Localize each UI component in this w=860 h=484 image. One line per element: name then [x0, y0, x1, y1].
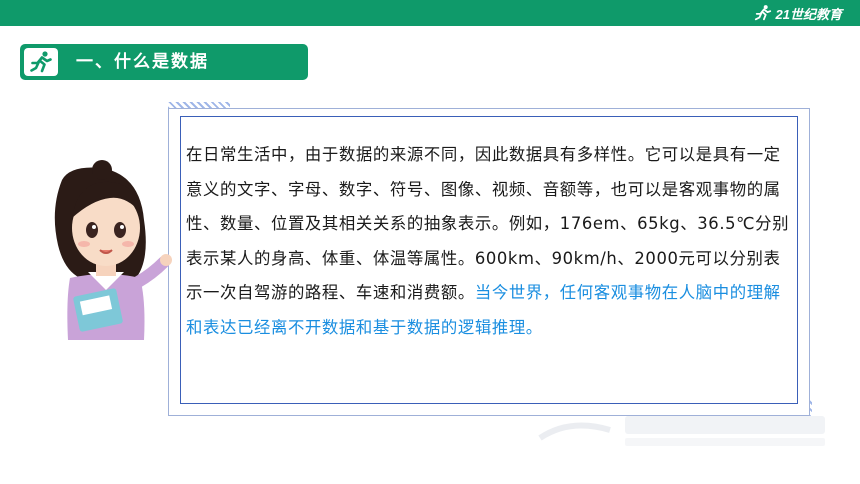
brand-logo: 21世纪教育	[754, 2, 842, 24]
runner-icon	[754, 5, 771, 21]
runner-icon	[30, 51, 52, 73]
watermark-logo	[538, 416, 825, 446]
brand-text: 21世纪教育	[775, 6, 842, 22]
section-title-bar: 一、什么是数据	[20, 44, 308, 80]
top-band	[0, 0, 860, 26]
paragraph-normal-text: 在日常生活中，由于数据的来源不同，因此数据具有多样性。它可以是具有一定意义的文字…	[186, 145, 790, 302]
teacher-illustration	[54, 160, 172, 340]
section-title: 一、什么是数据	[76, 52, 209, 72]
content-paragraph: 在日常生活中，由于数据的来源不同，因此数据具有多样性。它可以是具有一定意义的文字…	[186, 138, 790, 345]
title-icon-box	[24, 48, 58, 76]
